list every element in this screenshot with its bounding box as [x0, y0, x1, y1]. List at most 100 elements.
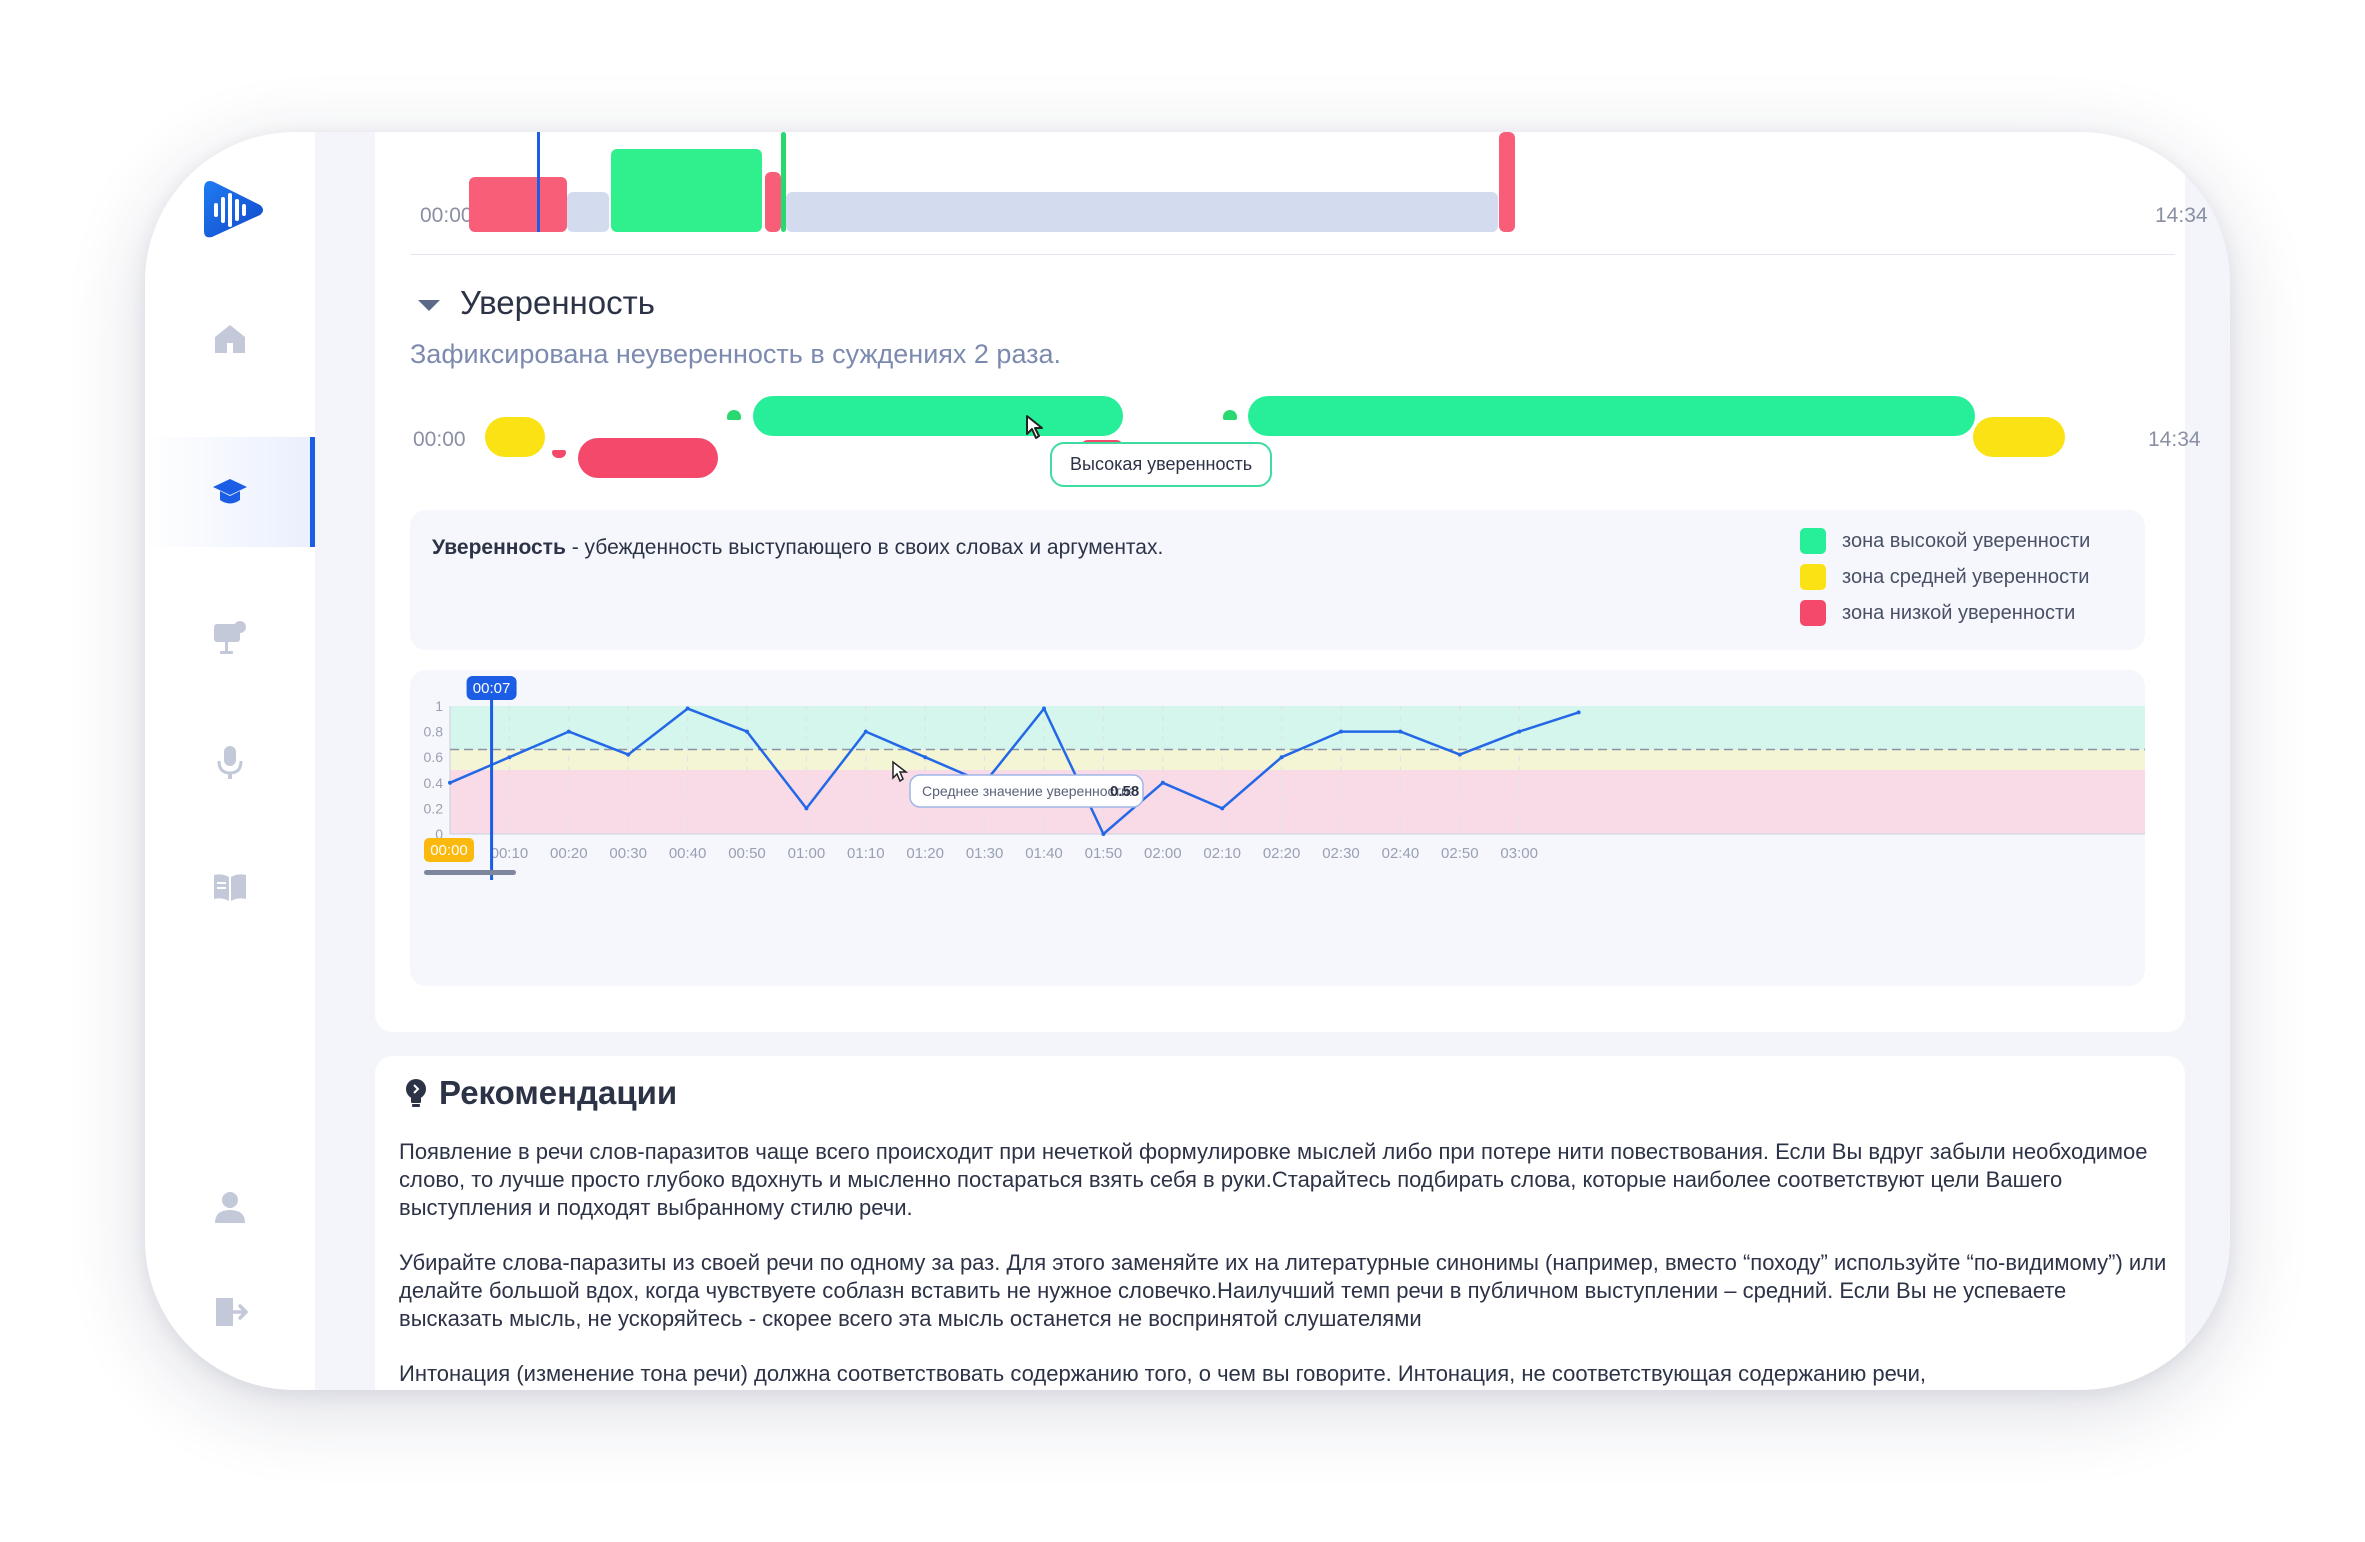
app-logo-icon[interactable]	[202, 177, 266, 243]
x-tick-label: 01:30	[966, 845, 1004, 862]
confidence-segment-high[interactable]	[1248, 396, 1975, 436]
legend-high: зона высокой уверенности	[1800, 528, 2090, 554]
zone-low	[450, 770, 2145, 834]
collapse-toggle-icon[interactable]	[418, 300, 440, 311]
legend-low: зона низкой уверенности	[1800, 600, 2075, 626]
confidence-segment-medium[interactable]	[1973, 417, 2065, 457]
data-point	[1042, 706, 1046, 711]
y-tick-label: 0.6	[424, 749, 444, 765]
confidence-timeline-start: 00:00	[413, 428, 466, 451]
lightbulb-icon	[406, 1079, 426, 1107]
recommendation-paragraph: Убирайте слова-паразиты из своей речи по…	[399, 1250, 2167, 1331]
timeline-segment[interactable]	[786, 192, 1498, 232]
x-tick-label: 00:20	[550, 845, 588, 862]
data-point	[507, 755, 512, 760]
timeline-start: 00:00	[420, 204, 473, 227]
x-tick-label: 00:50	[728, 845, 766, 862]
confidence-segment-medium[interactable]	[485, 417, 545, 457]
zone-high	[450, 706, 2145, 750]
start-badge-label: 00:00	[430, 842, 468, 859]
nav-microphone[interactable]	[145, 707, 315, 817]
x-tick-label: 03:00	[1500, 845, 1538, 862]
high-marker-icon	[1223, 410, 1237, 420]
nav-training[interactable]	[145, 437, 315, 547]
book-icon	[214, 874, 246, 901]
data-point	[1279, 755, 1284, 760]
data-point	[566, 729, 571, 734]
confidence-segment-high[interactable]	[753, 396, 1123, 436]
timeline-segment[interactable]	[1499, 132, 1515, 232]
x-tick-label: 02:40	[1382, 845, 1420, 862]
x-tick-label: 00:10	[491, 845, 529, 862]
x-tick-label: 00:30	[609, 845, 647, 862]
legend-label: зона низкой уверенности	[1842, 601, 2076, 624]
x-tick-label: 00:40	[669, 845, 707, 862]
presentation-icon	[214, 621, 246, 654]
timeline-segment[interactable]	[765, 172, 781, 232]
recommendations-heading: Рекомендации	[403, 1074, 677, 1112]
nav-library[interactable]	[145, 832, 315, 942]
data-point	[448, 780, 452, 785]
y-tick-label: 0.4	[424, 775, 444, 791]
microphone-icon	[217, 746, 243, 779]
data-point	[1457, 752, 1462, 757]
recommendations-card: Рекомендации Появление в речи слов-параз…	[375, 1056, 2185, 1390]
x-tick-label: 01:40	[1025, 845, 1063, 862]
confidence-chart[interactable]: 1 0.8 0.6 0.4 0.2 0 00:10 00:20 00:30 00:40 00:50 0…	[410, 670, 2145, 986]
data-point	[863, 729, 868, 734]
zone-medium	[450, 749, 2145, 770]
sidebar	[145, 132, 315, 1390]
recommendations-title: Рекомендации	[439, 1074, 678, 1111]
graduation-cap-icon	[213, 479, 247, 504]
legend-swatch	[1800, 564, 1826, 590]
y-tick-label: 0.2	[424, 800, 444, 816]
average-value: 0.58	[1110, 783, 1139, 800]
data-point	[1517, 729, 1522, 734]
logout-icon	[216, 1298, 249, 1326]
chart-scrollbar[interactable]	[424, 870, 516, 875]
data-point	[1398, 729, 1403, 734]
mouse-cursor-icon	[1026, 415, 1043, 439]
legend-medium: зона средней уверенности	[1800, 564, 2089, 590]
nav-logout[interactable]	[145, 1257, 315, 1367]
x-tick-label: 01:10	[847, 845, 885, 862]
data-point	[1220, 806, 1225, 811]
x-tick-label: 02:20	[1263, 845, 1301, 862]
x-tick-label: 01:20	[906, 845, 944, 862]
data-point	[1576, 710, 1581, 715]
data-point	[685, 706, 690, 711]
x-tick-label: 02:30	[1322, 845, 1360, 862]
timeline-segment[interactable]	[469, 177, 567, 232]
legend-swatch	[1800, 600, 1826, 626]
high-marker-icon	[727, 410, 741, 420]
x-tick-label: 02:00	[1144, 845, 1182, 862]
confidence-segment-low[interactable]	[578, 438, 718, 478]
data-point	[1101, 832, 1106, 836]
average-label: Среднее значение уверенности:	[922, 783, 1133, 799]
data-point	[804, 806, 809, 811]
nav-presentation[interactable]	[145, 582, 315, 692]
recommendation-paragraph: Интонация (изменение тона речи) должна с…	[399, 1361, 1926, 1386]
app-window: 00:00 14:34 Уверенность Зафиксирована не…	[145, 132, 2230, 1390]
definition-body: - убежденность выступающего в своих слов…	[565, 536, 1164, 559]
user-icon	[215, 1192, 245, 1223]
divider	[410, 254, 2175, 255]
timeline-segment[interactable]	[567, 192, 609, 232]
timeline-segment[interactable]	[611, 149, 762, 232]
legend-swatch	[1800, 528, 1826, 554]
x-tick-label: 01:00	[788, 845, 826, 862]
legend-label: зона средней уверенности	[1842, 565, 2090, 588]
x-tick-label: 01:50	[1085, 845, 1123, 862]
playhead[interactable]	[537, 132, 540, 232]
section-subtitle: Зафиксирована неуверенность в суждениях …	[410, 339, 1062, 369]
data-point	[1339, 729, 1343, 734]
x-tick-label: 02:50	[1441, 845, 1479, 862]
data-point	[626, 752, 631, 757]
timeline-end: 14:34	[2155, 204, 2208, 227]
definition-term: Уверенность	[432, 536, 566, 559]
definition-box: Уверенность - убежденность выступающего …	[410, 510, 2145, 650]
recommendation-paragraph: Появление в речи слов-паразитов чаще все…	[399, 1139, 2148, 1220]
nav-home[interactable]	[145, 284, 315, 394]
definition-text: Уверенность - убежденность выступающего …	[432, 536, 1163, 560]
nav-profile[interactable]	[145, 1152, 315, 1262]
